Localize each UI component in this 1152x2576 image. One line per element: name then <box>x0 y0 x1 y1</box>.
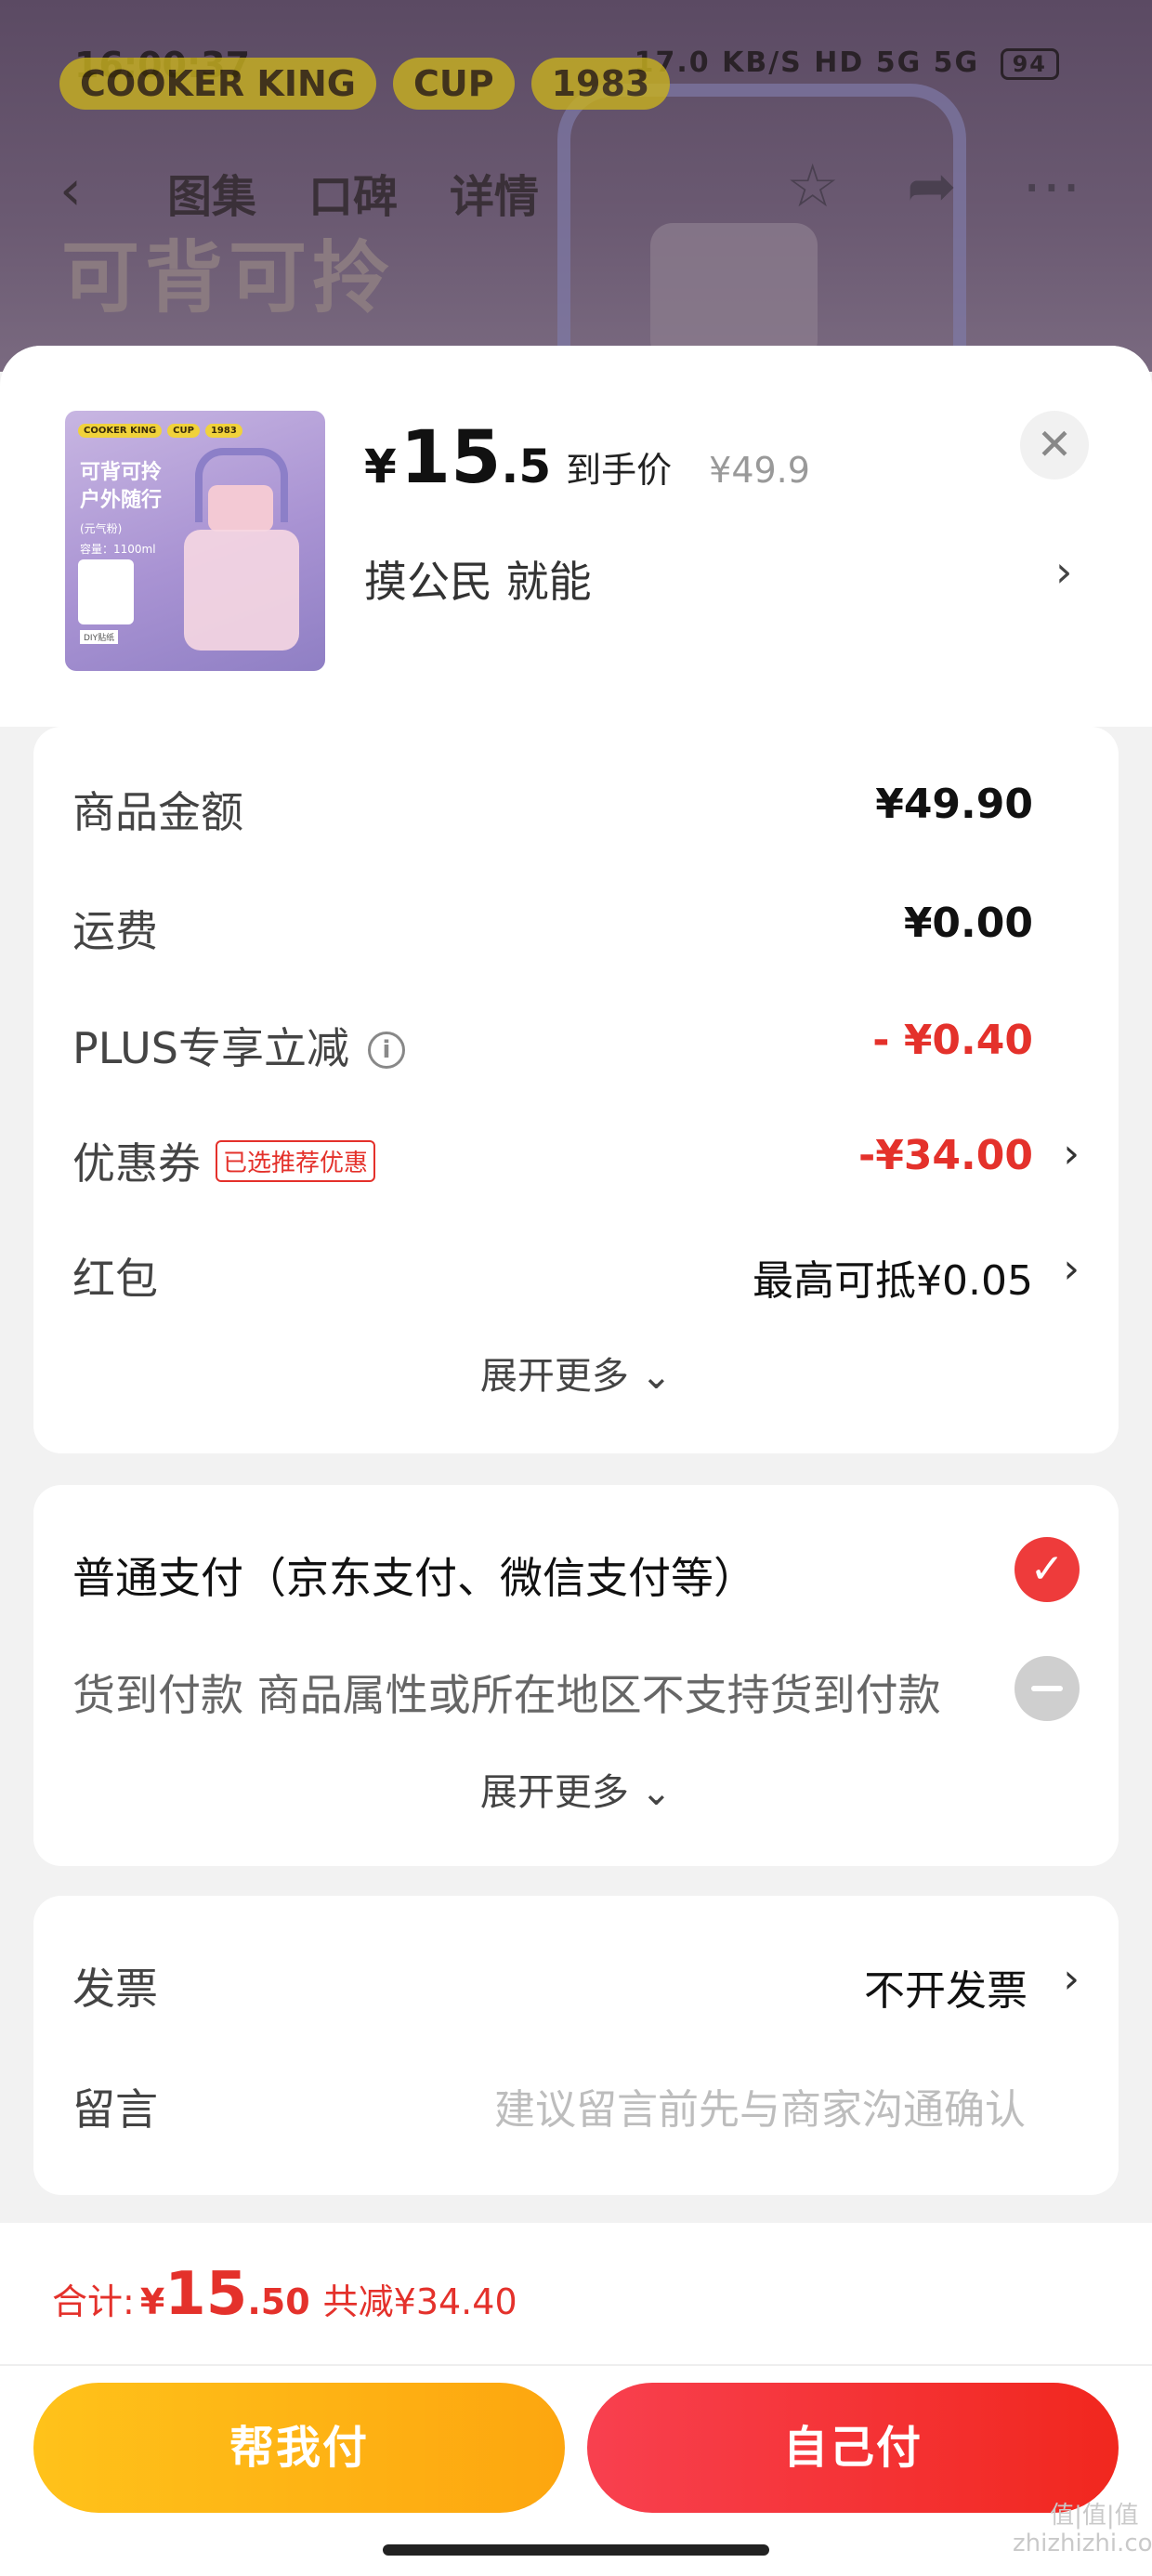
payment-card: 普通支付（京东支付、微信支付等） ✓ 货到付款 商品属性或所在地区不支持货到付款… <box>33 1485 1119 1866</box>
background-headline: 可背可拎 <box>61 232 397 323</box>
row-value: ¥49.90 <box>875 781 1033 828</box>
amount-row-red-packet[interactable]: 红包 最高可抵¥0.05 › <box>72 1240 1080 1314</box>
watermark: 值|值|值 zhizhizhi.com <box>1013 2502 1152 2557</box>
chevron-right-icon[interactable]: › <box>1063 1130 1080 1177</box>
thumbnail-slogan-line1: 可背可拎 <box>80 461 163 484</box>
invoice-row[interactable]: 发票 不开发票 › <box>72 1950 1080 2024</box>
thumbnail-tag: CUP <box>167 424 200 438</box>
price-label: 到手价 <box>566 450 673 491</box>
invoice-value: 不开发票 <box>864 1967 1028 2015</box>
row-value: -¥34.00 <box>857 1132 1033 1179</box>
total-integer: 15 <box>164 2260 248 2329</box>
total-saved: 共减¥34.40 <box>322 2281 517 2322</box>
checkout-footer: 合计: ¥ 15 .50 共减¥34.40 帮我付 自己付 值|值|值 zhiz… <box>0 2223 1152 2576</box>
thumbnail-tag: 1983 <box>204 424 242 438</box>
row-label: 发票 <box>72 1964 158 2014</box>
payment-option-cod: 货到付款 商品属性或所在地区不支持货到付款 <box>72 1670 941 1720</box>
tab-details[interactable]: 详情 <box>450 160 539 225</box>
thumbnail-tag: COOKER KING <box>78 424 163 438</box>
price-integer: 15 <box>399 416 502 500</box>
final-price: ¥ 15 .5 到手价 ¥49.9 <box>364 416 810 500</box>
invoice-card: 发票 不开发票 › 留言 建议留言前先与商家沟通确认 <box>33 1896 1119 2195</box>
row-label: 留言 <box>72 2084 158 2135</box>
chevron-right-icon[interactable]: › <box>1063 1955 1080 2003</box>
bottle-image <box>177 448 307 652</box>
amount-row-shipping: 运费 ¥0.00 <box>72 892 1080 966</box>
brand-tags: COOKER KING CUP 1983 <box>59 58 671 110</box>
total-label: 合计: <box>52 2281 135 2322</box>
total-summary: 合计: ¥ 15 .50 共减¥34.40 <box>52 2260 517 2329</box>
check-icon[interactable]: ✓ <box>1015 1537 1080 1602</box>
thumbnail-color: (元气粉) <box>80 522 123 535</box>
sticker-image <box>78 559 134 624</box>
brand-tag: 1983 <box>530 58 671 110</box>
help-pay-button[interactable]: 帮我付 <box>33 2383 565 2513</box>
product-spec[interactable]: 摸公民 就能 <box>364 548 592 610</box>
amount-row-coupon[interactable]: 优惠券 已选推荐优惠 -¥34.00 › <box>72 1124 1080 1199</box>
disabled-icon <box>1015 1656 1080 1721</box>
row-label: PLUS专享立减 i <box>72 1015 405 1076</box>
sticker-label: DIY贴纸 <box>80 630 119 644</box>
original-price: ¥49.9 <box>709 450 810 491</box>
price-currency: ¥ <box>364 440 397 493</box>
message-input[interactable]: 建议留言前先与商家沟通确认 <box>494 2076 1026 2136</box>
total-currency: ¥ <box>139 2281 165 2322</box>
row-label: 运费 <box>72 906 158 956</box>
amount-row-plus-discount: PLUS专享立减 i - ¥0.40 <box>72 1009 1080 1084</box>
amounts-card: 商品金额 ¥49.90 运费 ¥0.00 PLUS专享立减 i - ¥0.40 优… <box>33 727 1119 1453</box>
plus-label: PLUS专享立减 <box>72 1023 349 1073</box>
expand-more-button[interactable]: 展开更多 ⌄ <box>33 1346 1119 1400</box>
brand-tag: CUP <box>392 58 515 110</box>
row-value: - ¥0.40 <box>872 1017 1033 1064</box>
brand-tag: COOKER KING <box>59 58 376 110</box>
self-pay-button[interactable]: 自己付 <box>587 2383 1119 2513</box>
payment-option-normal[interactable]: 普通支付（京东支付、微信支付等） <box>72 1544 756 1606</box>
price-decimal: .5 <box>501 440 552 493</box>
product-page-background: 16:00:37 17.0 KB/S HD 5G 5G 94 COOKER KI… <box>0 0 1152 372</box>
coupon-badge: 已选推荐优惠 <box>216 1140 376 1182</box>
back-icon[interactable]: ‹ <box>59 158 82 223</box>
message-row[interactable]: 留言 建议留言前先与商家沟通确认 <box>72 2070 1080 2145</box>
amount-row-goods: 商品金额 ¥49.90 <box>72 773 1080 848</box>
product-thumbnail: COOKER KING CUP 1983 可背可拎 户外随行 (元气粉) 容量：… <box>65 411 325 671</box>
status-icons: 17.0 KB/S HD 5G 5G 94 <box>635 46 1059 80</box>
chevron-right-icon[interactable]: › <box>1055 546 1072 597</box>
divider <box>0 2364 1152 2366</box>
chevron-right-icon[interactable]: › <box>1063 1245 1080 1293</box>
expand-more-button[interactable]: 展开更多 ⌄ <box>33 1762 1119 1816</box>
more-icon[interactable]: ⋯ <box>1022 152 1081 221</box>
share-icon[interactable]: ➦ <box>907 152 957 221</box>
row-label: 优惠券 已选推荐优惠 <box>72 1130 376 1191</box>
total-decimal: .50 <box>247 2281 310 2322</box>
row-value: 最高可抵¥0.05 <box>753 1257 1033 1305</box>
row-label: 商品金额 <box>72 787 243 837</box>
thumbnail-brand-tags: COOKER KING CUP 1983 <box>78 424 242 438</box>
star-icon[interactable]: ☆ <box>786 152 839 221</box>
thumbnail-slogan-line2: 户外随行 <box>80 489 163 512</box>
bottle-cap-image <box>650 223 818 362</box>
close-icon[interactable]: ✕ <box>1020 411 1089 480</box>
row-value: ¥0.00 <box>903 900 1033 947</box>
signal-indicators: HD 5G 5G <box>814 46 980 79</box>
home-indicator[interactable] <box>383 2544 769 2556</box>
info-icon[interactable]: i <box>367 1032 405 1069</box>
product-summary: COOKER KING CUP 1983 可背可拎 户外随行 (元气粉) 容量：… <box>0 346 1152 727</box>
thumbnail-slogan: 可背可拎 户外随行 <box>80 459 162 515</box>
thumbnail-capacity: 容量：1100ml <box>80 543 156 556</box>
row-label: 红包 <box>72 1254 158 1304</box>
coupon-label: 优惠券 <box>72 1138 201 1189</box>
battery-icon: 94 <box>1000 48 1059 80</box>
